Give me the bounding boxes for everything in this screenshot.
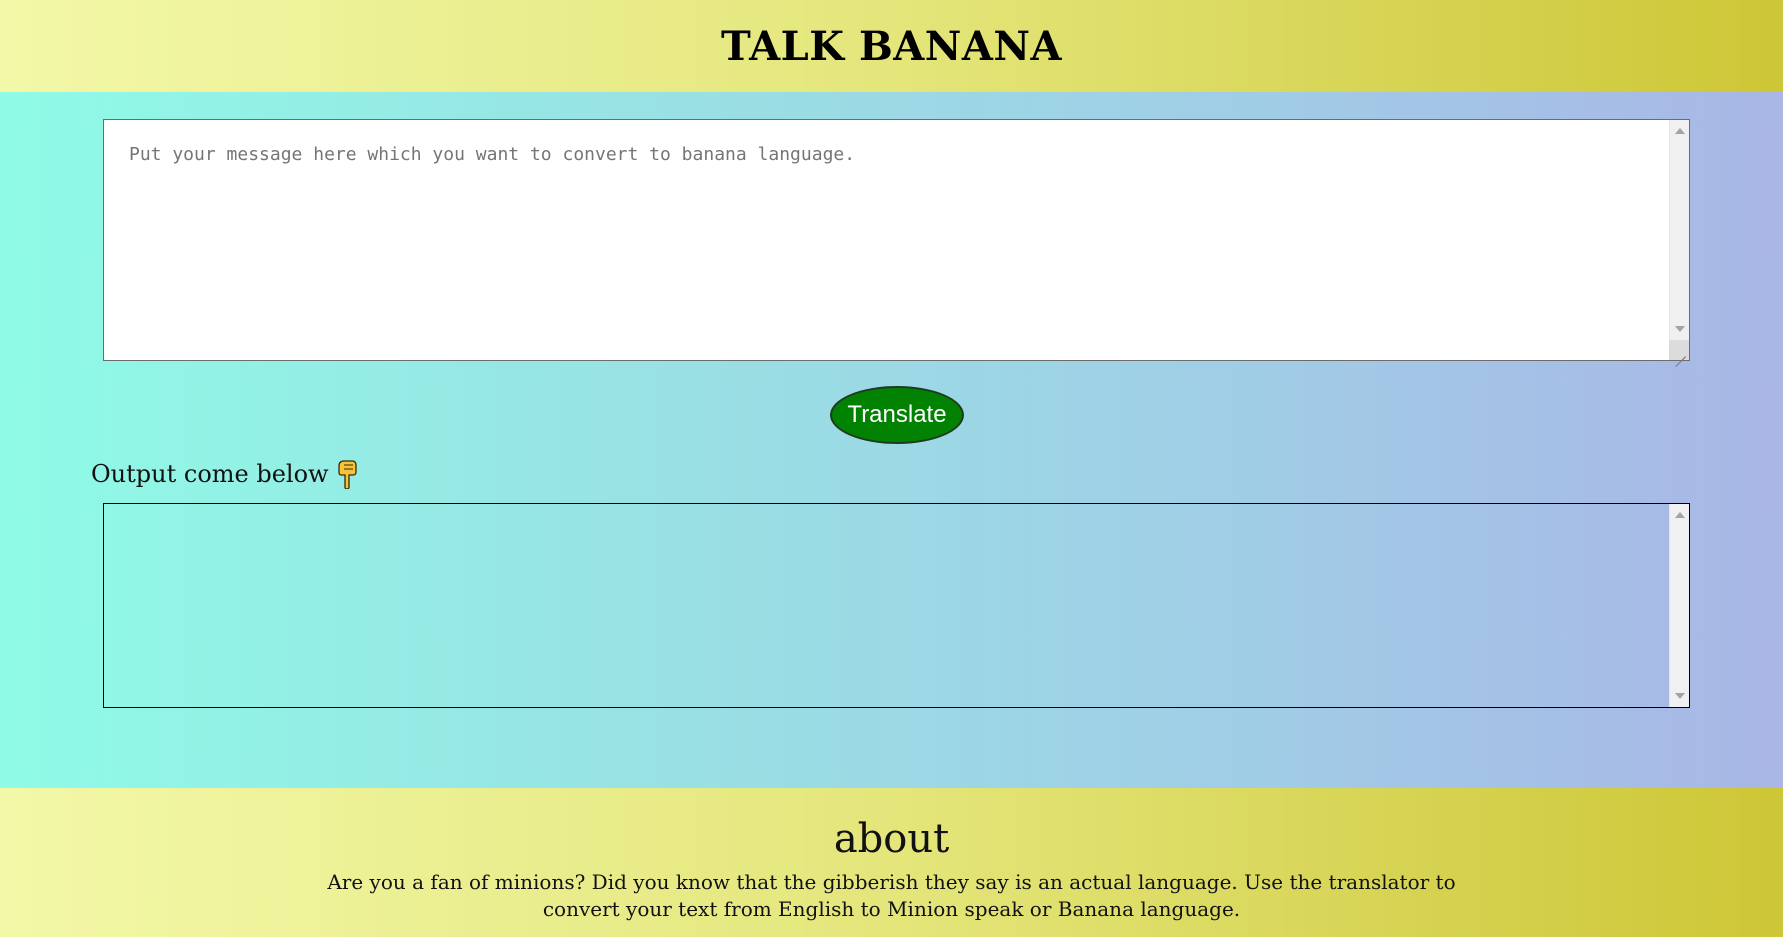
output-area[interactable]	[104, 504, 1669, 707]
pointing-hand-down-icon	[337, 459, 359, 490]
output-label: Output come below	[91, 459, 359, 490]
scroll-up-icon[interactable]	[1675, 128, 1685, 134]
message-input[interactable]	[104, 120, 1669, 360]
scroll-up-icon[interactable]	[1675, 512, 1685, 518]
output-scrollbar[interactable]	[1669, 504, 1689, 707]
page-title: TALK BANANA	[721, 22, 1062, 70]
output-label-text: Output come below	[91, 460, 329, 488]
about-heading: about	[833, 816, 950, 862]
translate-button[interactable]: Translate	[830, 386, 964, 444]
output-container	[103, 503, 1690, 708]
site-header: TALK BANANA	[0, 0, 1783, 92]
about-text: Are you a fan of minions? Did you know t…	[327, 870, 1456, 921]
input-scrollbar[interactable]	[1669, 120, 1689, 360]
scroll-down-icon[interactable]	[1675, 693, 1685, 699]
message-input-container	[103, 119, 1690, 361]
scroll-down-icon[interactable]	[1675, 326, 1685, 332]
about-section: about Are you a fan of minions? Did you …	[0, 788, 1783, 937]
resize-handle-icon[interactable]	[1669, 340, 1689, 360]
